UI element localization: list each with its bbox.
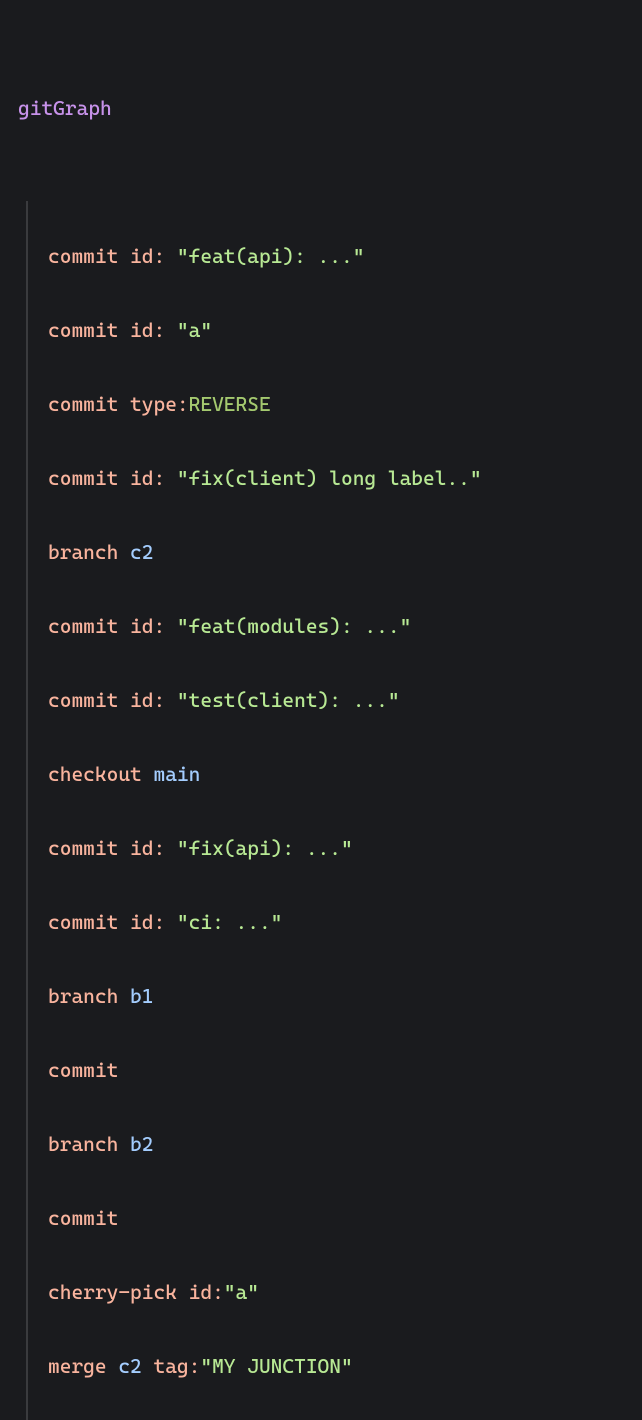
code-line: commit id: "fix(client) long label.." (48, 460, 624, 497)
string-literal: "a" (177, 318, 212, 342)
keyword-commit: commit (48, 836, 118, 860)
keyword-branch: branch (48, 540, 118, 564)
keyword-commit: commit (48, 392, 118, 416)
string-literal: "a" (224, 1280, 259, 1304)
param-id: id: (130, 910, 165, 934)
string-literal: "feat(api): ..." (177, 244, 365, 268)
param-id: id: (189, 1280, 224, 1304)
code-line: commit id: "ci: ..." (48, 904, 624, 941)
param-id: id: (130, 466, 165, 490)
code-line-root: gitGraph (18, 90, 624, 127)
param-id: id: (130, 688, 165, 712)
keyword-commit: commit (48, 318, 118, 342)
string-literal: "ci: ..." (177, 910, 282, 934)
const-reverse: REVERSE (189, 392, 271, 416)
code-line: commit type:REVERSE (48, 386, 624, 423)
code-block: gitGraph commit id: "feat(api): ..." com… (18, 16, 624, 1420)
keyword-commit: commit (48, 466, 118, 490)
keyword-commit: commit (48, 1206, 118, 1230)
string-literal: "fix(api): ..." (177, 836, 353, 860)
code-line: commit id: "fix(api): ..." (48, 830, 624, 867)
code-line: commit id: "a" (48, 312, 624, 349)
code-line: branch b2 (48, 1126, 624, 1163)
keyword-commit: commit (48, 244, 118, 268)
param-type: type: (130, 392, 189, 416)
code-line: branch b1 (48, 978, 624, 1015)
keyword-merge: merge (48, 1354, 107, 1378)
keyword-checkout: checkout (48, 762, 142, 786)
param-id: id: (130, 244, 165, 268)
keyword-branch: branch (48, 984, 118, 1008)
code-line: merge c2 tag:"MY JUNCTION" (48, 1348, 624, 1385)
string-literal: "feat(modules): ..." (177, 614, 411, 638)
branch-name: main (153, 762, 200, 786)
code-line: checkout main (48, 756, 624, 793)
root-keyword: gitGraph (18, 96, 112, 120)
string-literal: "test(client): ..." (177, 688, 400, 712)
string-literal: "fix(client) long label.." (177, 466, 482, 490)
keyword-commit: commit (48, 910, 118, 934)
code-line: commit id: "feat(modules): ..." (48, 608, 624, 645)
keyword-branch: branch (48, 1132, 118, 1156)
keyword-commit: commit (48, 1058, 118, 1082)
code-line: cherry-pick id:"a" (48, 1274, 624, 1311)
param-id: id: (130, 836, 165, 860)
param-id: id: (130, 318, 165, 342)
branch-name: c2 (130, 540, 153, 564)
code-line: commit id: "feat(api): ..." (48, 238, 624, 275)
code-line: commit id: "test(client): ..." (48, 682, 624, 719)
keyword-commit: commit (48, 688, 118, 712)
branch-name: b2 (130, 1132, 153, 1156)
code-line: commit (48, 1200, 624, 1237)
keyword-cherry-pick: cherry-pick (48, 1280, 177, 1304)
branch-name: c2 (118, 1354, 141, 1378)
param-tag: tag: (153, 1354, 200, 1378)
string-literal: "MY JUNCTION" (200, 1354, 352, 1378)
param-id: id: (130, 614, 165, 638)
indented-block: commit id: "feat(api): ..." commit id: "… (26, 201, 624, 1420)
code-line: branch c2 (48, 534, 624, 571)
branch-name: b1 (130, 984, 153, 1008)
keyword-commit: commit (48, 614, 118, 638)
code-line: commit (48, 1052, 624, 1089)
